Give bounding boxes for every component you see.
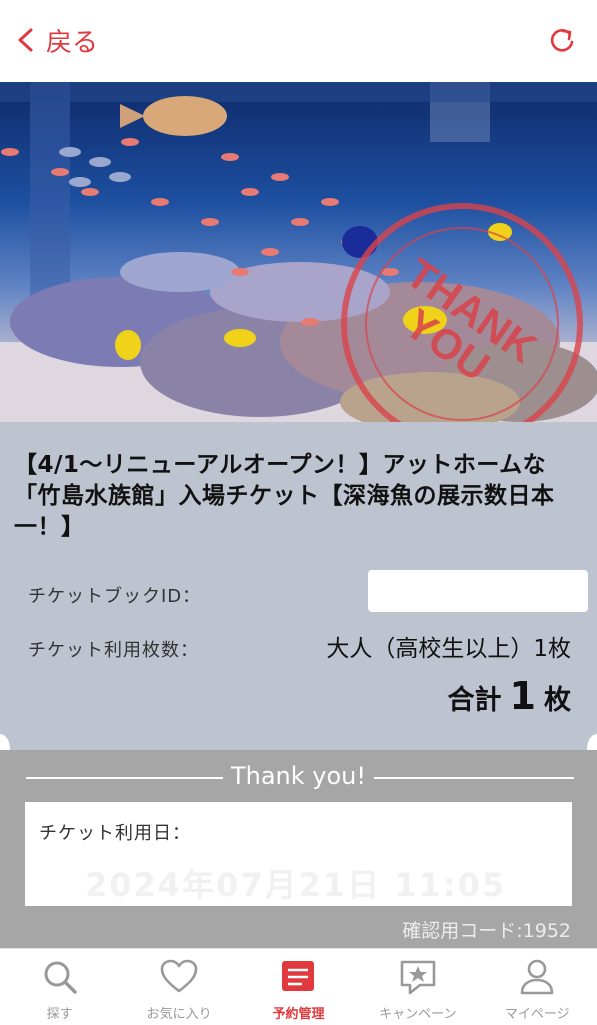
- use-date-label: チケット利用日：: [39, 823, 191, 844]
- reload-icon[interactable]: [547, 25, 577, 55]
- total-unit: 枚: [544, 685, 571, 716]
- aquarium-photo: THANK YOU: [0, 82, 597, 422]
- nav-reservations-label: 予約管理: [272, 1007, 325, 1022]
- nav-favorites-label: お気に入り: [146, 1007, 212, 1022]
- total-number: 1: [509, 674, 536, 718]
- bottom-nav: 探す お気に入り 予約管理 キャンペーン マイページ: [0, 948, 597, 1025]
- nav-search-label: 探す: [46, 1007, 73, 1022]
- chevron-left-icon: [18, 28, 33, 52]
- confirmation-code: 確認用コード:1952: [402, 920, 571, 942]
- use-date-value: 2024年07月21日 11:05: [85, 866, 507, 904]
- nav-favorites[interactable]: お気に入り: [120, 949, 239, 1025]
- reservation-icon: [282, 961, 315, 991]
- nav-campaign[interactable]: キャンペーン: [358, 949, 477, 1025]
- ticket-book-id-value: [368, 570, 588, 612]
- heart-icon: [160, 959, 198, 993]
- ticket-count-label: チケット利用枚数：: [28, 640, 199, 661]
- thank-you-text: Thank you!: [222, 762, 375, 790]
- ticket-total: 合計 1 枚: [448, 674, 571, 718]
- ticket-card: 【4/1～リニューアルオープン！】アットホームな「竹島水族館」入場チケット【深海…: [0, 422, 597, 750]
- nav-search[interactable]: 探す: [0, 949, 119, 1025]
- ticket-stub: Thank you! チケット利用日： 2024年07月21日 11:05 確認…: [0, 750, 597, 948]
- use-date-box: チケット利用日： 2024年07月21日 11:05: [25, 802, 572, 906]
- nav-campaign-label: キャンペーン: [379, 1007, 457, 1022]
- total-label: 合計: [447, 685, 502, 716]
- ticket-count-value: 大人（高校生以上）1枚: [326, 636, 571, 662]
- ticket-title: 【4/1～リニューアルオープン！】アットホームな「竹島水族館」入場チケット【深海…: [14, 452, 555, 540]
- back-button[interactable]: 戻る: [16, 22, 98, 59]
- user-icon: [520, 959, 554, 995]
- ticket-book-id-label: チケットブックID：: [28, 586, 202, 607]
- back-label: 戻る: [46, 27, 99, 58]
- thank-you-stamp: THANK YOU: [341, 203, 583, 422]
- search-icon: [44, 961, 77, 994]
- nav-mypage-label: マイページ: [504, 1007, 570, 1022]
- header: 戻る: [0, 0, 597, 80]
- nav-reservations[interactable]: 予約管理: [239, 949, 358, 1025]
- nav-mypage[interactable]: マイページ: [478, 949, 597, 1025]
- campaign-icon: [400, 960, 436, 995]
